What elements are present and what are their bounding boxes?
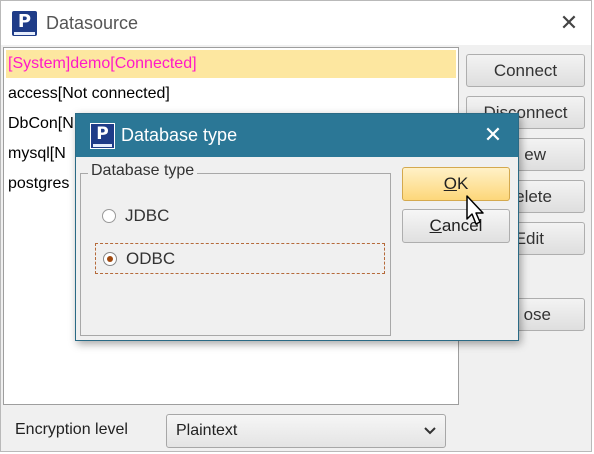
mouse-cursor-icon (466, 195, 484, 225)
dialog-title: Database type (121, 125, 238, 145)
radio-button-icon[interactable] (103, 252, 117, 266)
dialog-titlebar: P Database type ✕ (76, 114, 518, 157)
radio-button-icon[interactable] (102, 209, 116, 223)
close-icon[interactable]: ✕ (480, 121, 506, 149)
ok-mnemonic: O (443, 174, 457, 193)
radio-label: JDBC (125, 206, 170, 225)
database-type-dialog: P Database type ✕ JDBC ODBC Database typ… (75, 113, 519, 341)
app-p-icon: P (90, 123, 115, 149)
ok-label: K (456, 174, 469, 193)
encryption-level-value: Plaintext (176, 422, 238, 439)
chevron-down-icon (424, 427, 436, 435)
list-item[interactable]: access[Not connected] (6, 80, 456, 108)
radio-jdbc[interactable]: JDBC (95, 201, 385, 232)
group-title: Database type (88, 162, 198, 180)
encryption-level-label: Encryption level (15, 421, 128, 438)
encryption-level-select[interactable]: Plaintext (166, 414, 446, 448)
ok-button[interactable]: OK (402, 167, 510, 201)
close-icon[interactable]: ✕ (553, 7, 585, 39)
window-title: Datasource (46, 13, 139, 33)
window-titlebar: P Datasource ✕ (1, 1, 591, 45)
radio-label: ODBC (126, 249, 176, 268)
database-type-group: JDBC ODBC (80, 173, 391, 336)
app-p-icon: P (12, 11, 37, 36)
cancel-button[interactable]: Cancel (402, 209, 510, 243)
connect-button[interactable]: Connect (466, 54, 585, 87)
radio-odbc[interactable]: ODBC (95, 243, 385, 274)
list-item[interactable]: [System]demo[Connected] (6, 50, 456, 78)
cancel-mnemonic: C (429, 216, 442, 235)
